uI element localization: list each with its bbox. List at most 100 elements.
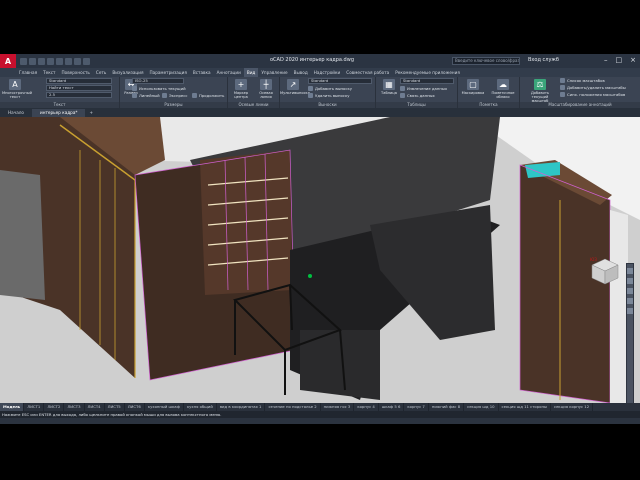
use-current-button[interactable]: Использовать текущий — [132, 86, 186, 91]
dimensions-panel: ↔ Размер ISO-25 Использовать текущий Лин… — [120, 77, 228, 108]
save-icon[interactable] — [38, 57, 45, 65]
app-menu-button[interactable]: A — [0, 54, 16, 68]
doc-tab-start[interactable]: Начало — [0, 109, 32, 117]
quick-dim-label: Экспресс — [169, 93, 188, 98]
extract-data-button[interactable]: Извлечение данных — [400, 86, 447, 91]
multileader-button[interactable]: ↗ Мультивыноска — [280, 79, 310, 101]
showmotion-icon[interactable] — [627, 308, 633, 314]
sync-scales-button[interactable]: Синх. положения масштабов — [560, 92, 625, 97]
minimize-icon[interactable]: – — [604, 56, 608, 64]
centerline-button[interactable]: ┼ Осевая линия — [253, 79, 279, 101]
extract-data-label: Извлечение данных — [407, 86, 448, 91]
doc-tab-drawing[interactable]: интерьер кадра* — [32, 109, 86, 117]
ribbon-tab[interactable]: Сеть — [93, 68, 109, 77]
ribbon-tab[interactable]: Вид — [243, 68, 259, 77]
save-as-icon[interactable] — [47, 57, 54, 65]
table-style-select[interactable]: Standard — [400, 78, 454, 84]
wipeout-button[interactable]: ▢ Маскировка — [460, 79, 486, 101]
layout-tab[interactable]: шкаф 5 6 — [379, 403, 405, 411]
wipeout-icon: ▢ — [467, 79, 479, 90]
find-text-input[interactable]: Найти текст — [46, 85, 112, 91]
ribbon-tab[interactable]: Совместная работа — [343, 68, 392, 77]
ribbon-tab[interactable]: Визуализация — [109, 68, 146, 77]
layout-tab[interactable]: ЛИСТ2 — [44, 403, 65, 411]
linear-button[interactable]: Линейный — [132, 93, 160, 98]
layout-tab[interactable]: корпус 7 — [404, 403, 429, 411]
revcloud-label: Пометочное облако — [491, 91, 515, 99]
data-link-label: Связь данных — [407, 93, 435, 98]
layout-tab[interactable]: секция корпус 12 — [551, 403, 594, 411]
quick-dim-button[interactable]: Экспресс — [162, 93, 187, 98]
command-line[interactable]: Нажмите ESC или ENTER для выхода, либо щ… — [0, 411, 640, 418]
layout-tab[interactable]: ЛИСТ6 — [125, 403, 145, 411]
remove-leader-button[interactable]: Удалить выноску — [308, 93, 350, 98]
new-doc-tab-button[interactable]: + — [85, 109, 97, 117]
drawing-viewport[interactable]: ЮЗ — [0, 117, 640, 403]
document-title: oCAD 2020 интерьер кадра.dwg — [270, 57, 354, 63]
text-style-select[interactable]: Standard — [46, 78, 112, 84]
add-delete-scales-button[interactable]: Добавить/удалить масштабы — [560, 85, 626, 90]
sign-in-label[interactable]: Вход служб — [528, 57, 559, 63]
ribbon-tab[interactable]: Параметризация — [146, 68, 189, 77]
layout-tab[interactable]: вид в координатах 1 — [217, 403, 266, 411]
layout-tab[interactable]: корпус 4 — [354, 403, 379, 411]
viewcube[interactable]: ЮЗ — [590, 257, 619, 285]
multiline-text-button[interactable]: A Многострочный текст — [2, 79, 32, 101]
scale-list-button[interactable]: Список масштабов — [560, 78, 605, 83]
centerline-icon: ┼ — [260, 79, 272, 90]
maximize-icon[interactable]: □ — [616, 56, 623, 64]
orbit-icon[interactable] — [627, 298, 633, 304]
center-mark-button[interactable]: + Маркер центра — [228, 79, 254, 101]
add-leader-icon — [308, 86, 313, 91]
title-bar: A oCAD 2020 интерьер кадра.dwg Введите к… — [0, 54, 640, 68]
steering-wheel-icon[interactable] — [627, 268, 633, 274]
ribbon-tab[interactable]: Рекомендуемые приложения — [392, 68, 463, 77]
redo-icon[interactable] — [74, 57, 81, 65]
open-icon[interactable] — [29, 57, 36, 65]
dim-style-select[interactable]: ISO-25 — [132, 78, 184, 84]
layout-tab[interactable]: ЛИСТ5 — [105, 403, 125, 411]
revcloud-button[interactable]: ☁ Пометочное облако — [490, 79, 516, 101]
zoom-icon[interactable] — [627, 288, 633, 294]
new-icon[interactable] — [20, 57, 27, 65]
ribbon-tab[interactable]: Управление — [258, 68, 290, 77]
ribbon-tab[interactable]: Вставка — [190, 68, 214, 77]
plot-icon[interactable] — [56, 57, 63, 65]
layout-tab[interactable]: ЛИСТ3 — [64, 403, 85, 411]
center-mark-icon: + — [235, 79, 247, 90]
add-leader-button[interactable]: Добавить выноску — [308, 86, 352, 91]
ribbon-tab[interactable]: Текст — [40, 68, 58, 77]
multileader-label: Мультивыноска — [280, 91, 310, 95]
ribbon-tab[interactable]: Надстройки — [311, 68, 344, 77]
layout-tab[interactable]: Модель — [0, 403, 25, 411]
add-current-scale-button[interactable]: ⚖ Добавить текущий масштаб — [524, 79, 556, 103]
layout-tab[interactable]: нижний фас 8 — [429, 403, 465, 411]
text-height-input[interactable]: 2.5 — [46, 92, 112, 98]
remove-leader-icon — [308, 93, 313, 98]
pan-icon[interactable] — [627, 278, 633, 284]
ribbon-tab[interactable]: Аннотации — [214, 68, 244, 77]
close-icon[interactable]: × — [630, 56, 636, 64]
ribbon-tab[interactable]: Поверхность — [59, 68, 93, 77]
wipeout-label: Маскировка — [461, 91, 485, 95]
mleader-style-select[interactable]: Standard — [308, 78, 372, 84]
ribbon-tab[interactable]: Главная — [16, 68, 40, 77]
data-link-button[interactable]: Связь данных — [400, 93, 435, 98]
layout-tab[interactable]: секция шд 11 стороны — [499, 403, 551, 411]
layout-tab[interactable]: нижняя гос 3 — [321, 403, 355, 411]
ribbon: A Многострочный текст Standard Найти тек… — [0, 77, 640, 108]
share-icon[interactable] — [83, 57, 90, 65]
ribbon-tab[interactable]: Вывод — [291, 68, 311, 77]
layout-tab[interactable]: сечение по подстолье 2 — [265, 403, 321, 411]
help-search-input[interactable]: Введите ключевое слово/фразу — [452, 57, 520, 65]
layout-tab[interactable]: кухня общий — [184, 403, 217, 411]
layout-tab[interactable]: ЛИСТ4 — [85, 403, 105, 411]
continue-button[interactable]: Продолжить — [192, 93, 224, 98]
layout-tab[interactable]: ЛИСТ1 — [24, 403, 45, 411]
layout-tab[interactable]: секция шд 10 — [464, 403, 499, 411]
table-button[interactable]: ▦ Таблица — [376, 79, 402, 101]
undo-icon[interactable] — [65, 57, 72, 65]
use-current-icon — [132, 86, 137, 91]
navigation-bar — [626, 263, 634, 403]
layout-tab[interactable]: кухонный шкаф — [145, 403, 184, 411]
